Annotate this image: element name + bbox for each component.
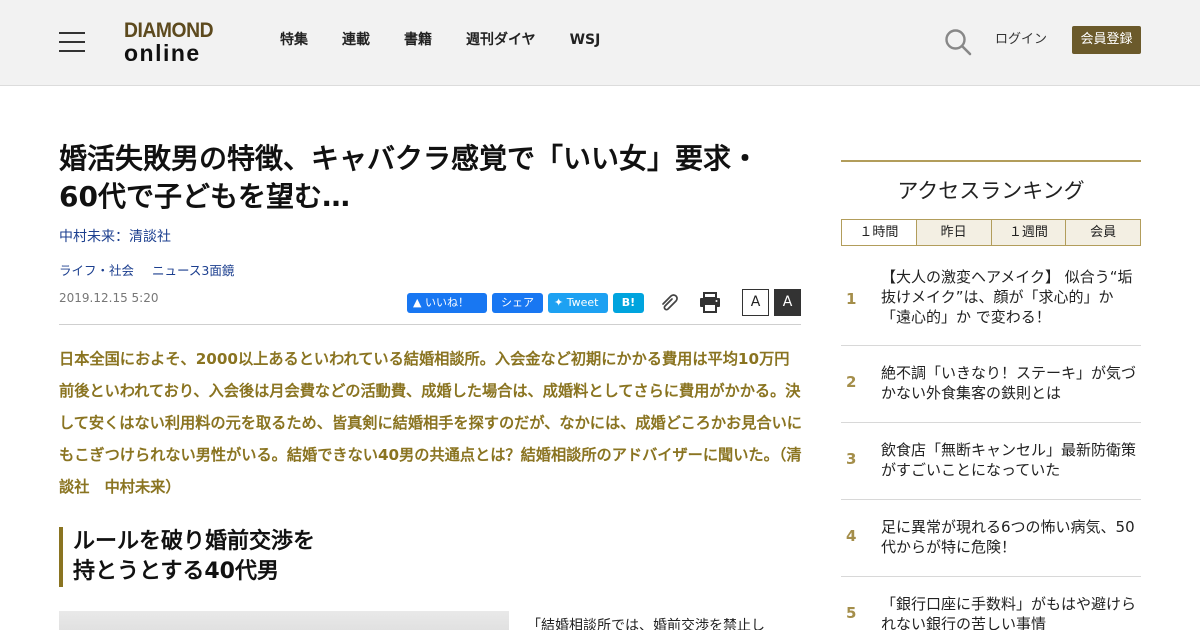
article-body-start: 「結婚相談所では、婚前交渉を禁止し [527, 618, 765, 630]
ranking-tabs: １時間 昨日 １週間 会員 [841, 219, 1141, 246]
facebook-share-button[interactable]: シェア [492, 293, 543, 313]
tab-yesterday[interactable]: 昨日 [915, 220, 991, 245]
tab-1week[interactable]: １週間 [990, 220, 1066, 245]
search-icon[interactable] [944, 28, 972, 56]
thumbs-up-icon: ▲ [413, 296, 422, 309]
article-title: 婚活失敗男の特徴、キャバクラ感覚で「いい女」要求・60代で子どもを望む… [59, 142, 760, 213]
hatena-bookmark-button[interactable]: B! [613, 293, 644, 313]
nav-item-wsj[interactable]: WSJ [570, 31, 601, 49]
main-nav: 特集 連載 書籍 週刊ダイヤ WSJ [280, 31, 634, 49]
logo-top: DIAMOND [124, 19, 214, 42]
ranking-item[interactable]: 3 飲食店「無断キャンセル」最新防衛策がすごいことになっていた [841, 423, 1141, 500]
tab-members[interactable]: 会員 [1065, 220, 1140, 245]
nav-item-books[interactable]: 書籍 [404, 31, 432, 49]
section-heading-line1: ルールを破り婚前交渉を [73, 529, 316, 554]
ranking-item[interactable]: 5 「銀行口座に手数料」がもはや避けられない銀行の苦しい事情 [841, 577, 1141, 630]
category-news[interactable]: ニュース3面鏡 [152, 263, 234, 278]
ranking-item[interactable]: 4 足に異常が現れる6つの怖い病気、50代からが特に危険！ [841, 500, 1141, 577]
ranking-text[interactable]: 【大人の激変ヘアメイク】 似合う“垢抜けメイク”は、顔が「求心的」か「遠心的」か… [881, 267, 1139, 327]
nav-item-weekly[interactable]: 週刊ダイヤ [466, 31, 536, 49]
ranking-text[interactable]: 飲食店「無断キャンセル」最新防衛策がすごいことになっていた [881, 440, 1139, 480]
section-heading: ルールを破り婚前交渉を 持とうとする40代男 [59, 527, 459, 587]
article-date: 2019.12.15 5:20 [59, 291, 159, 305]
ranking-text[interactable]: 絶不調「いきなり！ステーキ」が気づかない外食集客の鉄則とは [881, 363, 1139, 403]
paperclip-icon[interactable] [659, 292, 681, 312]
site-logo[interactable]: DIAMOND online [124, 20, 228, 66]
ranking-number: 3 [846, 450, 857, 468]
divider [59, 324, 801, 325]
ranking-number: 1 [846, 290, 857, 308]
category-life-society[interactable]: ライフ・社会 [59, 263, 134, 278]
register-button[interactable]: 会員登録 [1072, 26, 1141, 54]
ranking-item[interactable]: 2 絶不調「いきなり！ステーキ」が気づかない外食集客の鉄則とは [841, 346, 1141, 423]
login-link[interactable]: ログイン [995, 31, 1047, 49]
ranking-item[interactable]: 1 【大人の激変ヘアメイク】 似合う“垢抜けメイク”は、顔が「求心的」か「遠心的… [841, 250, 1141, 346]
facebook-like-button[interactable]: ▲ いいね！ [407, 293, 487, 313]
ranking-text[interactable]: 足に異常が現れる6つの怖い病気、50代からが特に危険！ [881, 517, 1139, 557]
tab-1hour[interactable]: １時間 [842, 220, 916, 245]
ranking-text[interactable]: 「銀行口座に手数料」がもはや避けられない銀行の苦しい事情 [881, 594, 1139, 630]
tweet-button[interactable]: ✦ Tweet [548, 293, 608, 313]
share-buttons: ▲ いいね！ シェア ✦ Tweet B! [407, 293, 649, 313]
article-lead: 日本全国におよそ、2000以上あるといわれている結婚相談所。入会金など初期にかか… [59, 350, 802, 496]
nav-item-features[interactable]: 特集 [280, 31, 308, 49]
menu-icon[interactable] [59, 32, 85, 52]
nav-item-series[interactable]: 連載 [342, 31, 370, 49]
ranking-number: 5 [846, 604, 857, 622]
font-size-small-button[interactable]: A [742, 289, 769, 316]
ranking-number: 4 [846, 527, 857, 545]
article-photo [59, 611, 509, 630]
tweet-label: Tweet [566, 296, 599, 309]
fb-like-label: いいね！ [424, 296, 469, 309]
article-author[interactable]: 中村未来：清談社 [59, 228, 171, 246]
ranking-list: 1 【大人の激変ヘアメイク】 似合う“垢抜けメイク”は、顔が「求心的」か「遠心的… [841, 250, 1141, 630]
print-icon[interactable] [699, 292, 721, 313]
article-categories: ライフ・社会 ニュース3面鏡 [59, 262, 248, 280]
sidebar-divider [841, 160, 1141, 162]
ranking-title: アクセスランキング [897, 179, 1085, 203]
site-header: DIAMOND online 特集 連載 書籍 週刊ダイヤ WSJ ログイン 会… [0, 0, 1200, 86]
logo-bottom: online [124, 40, 201, 66]
ranking-number: 2 [846, 373, 857, 391]
twitter-icon: ✦ [554, 296, 564, 309]
font-size-large-button[interactable]: A [774, 289, 801, 316]
section-heading-line2: 持とうとする40代男 [73, 559, 279, 584]
